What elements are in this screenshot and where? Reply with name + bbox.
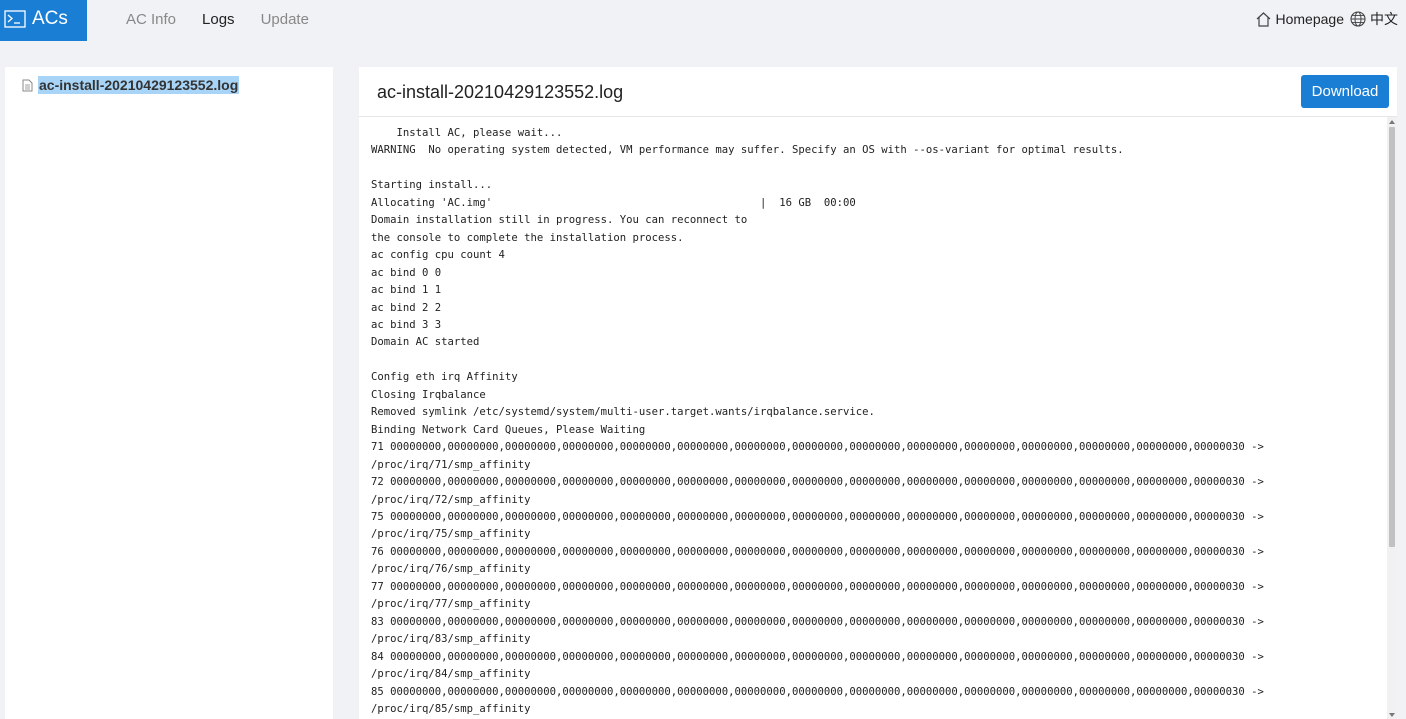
scroll-down-arrow-icon[interactable] [1389,713,1395,717]
globe-icon[interactable] [1350,11,1366,27]
log-line: /proc/irq/84/smp_affinity [371,668,531,681]
log-line: /proc/irq/85/smp_affinity [371,702,531,715]
log-line: Domain AC started [371,336,480,349]
log-line: /proc/irq/77/smp_affinity [371,598,531,611]
log-line: Starting install... [371,179,493,192]
log-line: ac bind 2 2 [371,301,442,314]
language-switch[interactable]: 中文 [1370,9,1398,29]
log-line: Binding Network Card Queues, Please Wait… [371,423,646,436]
log-line: /proc/irq/76/smp_affinity [371,563,531,576]
log-line: Allocating 'AC.img' | 16 GB 00:00 [371,196,856,209]
log-line: 76 00000000,00000000,00000000,00000000,0… [371,545,1264,558]
log-line: /proc/irq/75/smp_affinity [371,528,531,541]
log-line: /proc/irq/71/smp_affinity [371,458,531,471]
log-line: Config eth irq Affinity [371,371,518,384]
scroll-up-arrow-icon[interactable] [1389,120,1395,124]
brand-logo[interactable]: ACs [0,0,87,41]
log-line: 85 00000000,00000000,00000000,00000000,0… [371,685,1264,698]
nav-update[interactable]: Update [261,10,309,30]
file-list-item-label[interactable]: ac-install-20210429123552.log [38,76,240,94]
top-right-links: Homepage 中文 [1255,9,1398,29]
nav-ac-info[interactable]: AC Info [126,10,176,30]
scroll-thumb[interactable] [1389,127,1395,547]
log-line: Domain installation still in progress. Y… [371,214,748,227]
log-line: 75 00000000,00000000,00000000,00000000,0… [371,510,1264,523]
log-file-title: ac-install-20210429123552.log [377,82,624,102]
terminal-icon [4,10,26,28]
log-line: the console to complete the installation… [371,231,684,244]
log-scrollbar[interactable] [1387,117,1397,719]
log-line: /proc/irq/83/smp_affinity [371,633,531,646]
log-content[interactable]: Install AC, please wait... WARNING No op… [359,117,1387,719]
log-line: 72 00000000,00000000,00000000,00000000,0… [371,476,1264,489]
file-list-item[interactable]: ac-install-20210429123552.log [22,76,240,94]
top-navbar: ACs AC Info Logs Update Homepage 中文 [0,0,1406,41]
log-line: 77 00000000,00000000,00000000,00000000,0… [371,580,1264,593]
log-line: ac config cpu count 4 [371,249,505,262]
log-line: Removed symlink /etc/systemd/system/mult… [371,406,875,419]
log-line: ac bind 0 0 [371,266,442,279]
log-line: Closing Irqbalance [371,388,486,401]
log-line: 83 00000000,00000000,00000000,00000000,0… [371,615,1264,628]
log-viewer-panel: ac-install-20210429123552.log Download I… [359,67,1397,719]
file-icon [22,79,33,92]
log-line: 71 00000000,00000000,00000000,00000000,0… [371,441,1264,454]
log-text: Install AC, please wait... WARNING No op… [359,117,1387,718]
log-line: ac bind 1 1 [371,284,442,297]
log-viewer-header: ac-install-20210429123552.log Download [359,67,1397,117]
home-icon[interactable] [1255,11,1272,28]
log-line: ac bind 3 3 [371,318,442,331]
log-line: /proc/irq/72/smp_affinity [371,493,531,506]
download-button[interactable]: Download [1301,75,1389,108]
log-file-sidebar: ac-install-20210429123552.log [5,67,333,719]
log-line: 84 00000000,00000000,00000000,00000000,0… [371,650,1264,663]
main-nav: AC Info Logs Update [126,10,335,30]
nav-logs[interactable]: Logs [202,10,235,30]
homepage-link[interactable]: Homepage [1276,11,1345,27]
brand-title: ACs [32,8,68,29]
log-line: WARNING No operating system detected, VM… [371,144,1124,157]
log-line: Install AC, please wait... [371,127,563,139]
